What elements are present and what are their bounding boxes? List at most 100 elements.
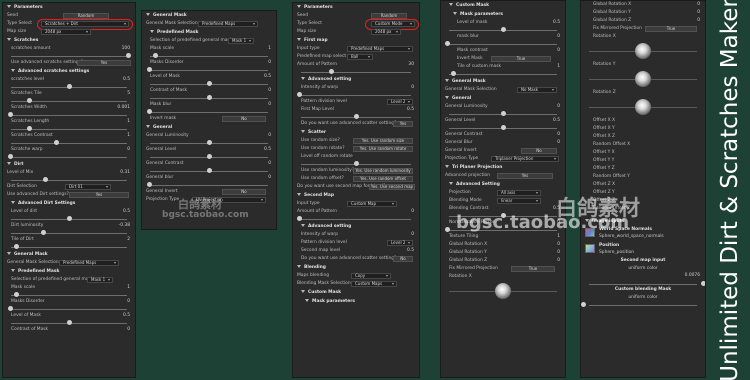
map-size-dropdown-3[interactable]: 2048 px xyxy=(371,29,401,35)
global-rotation-y-value-5: 0 xyxy=(697,10,700,15)
second-map-toggle[interactable]: Yes. Use second map xyxy=(369,184,415,190)
general-blur-value-4: 0 xyxy=(557,140,560,145)
mask-contrast-label-4: Mask contrast xyxy=(457,48,488,53)
general-level-label: General Level xyxy=(146,147,177,152)
input-type-dropdown[interactable]: Predefined Maps xyxy=(347,46,413,52)
rotation-z-dial-5[interactable] xyxy=(581,97,705,117)
scratches-width-label: Scratches Width xyxy=(11,105,47,110)
tri-planer-header: Tri Planer Projection xyxy=(441,163,565,172)
invert-mask-toggle-4[interactable]: True xyxy=(491,56,551,62)
projection-type-dropdown-4[interactable]: Triplaner Projection xyxy=(491,156,559,162)
maps-blending-dropdown[interactable]: Copy xyxy=(351,273,391,279)
watermark-url-2: bgsc.taobao.com xyxy=(456,212,630,233)
predefined-mask-header-2: Predefined Mask xyxy=(142,28,276,37)
map-size-dropdown[interactable]: 2048 px xyxy=(41,29,91,35)
random-rotate-toggle[interactable]: Yes. Use random rotate xyxy=(353,146,413,152)
rotation-x-dial[interactable] xyxy=(441,281,565,301)
general-level-label-4: General Level xyxy=(445,118,476,123)
general-luminosity-label: General Luminosity xyxy=(146,133,189,138)
random-rotate-level-label: Level off random rotate xyxy=(301,154,353,159)
adv-scratch-toggle[interactable]: Yes xyxy=(77,60,131,66)
vertical-title-text: Unlimited Dirt & Scratches Maker xyxy=(717,0,743,380)
global-rotation-y-value: 0 xyxy=(557,250,560,255)
pattern-division-dropdown[interactable]: Level 2 xyxy=(387,99,413,105)
pattern-division-dropdown-2[interactable]: Level 2 xyxy=(387,240,413,246)
first-map-level-value: 0.5 xyxy=(407,107,414,112)
second-map-level-label: Second map level xyxy=(301,248,341,253)
parameters-panel-1: Parameters Seed Random Type Select Scratch… xyxy=(2,2,136,378)
blending-mask-selection-dropdown[interactable]: Custom Maps xyxy=(351,281,397,287)
general-contrast-value-4: 0 xyxy=(557,132,560,137)
level-of-mask-value-4: 0.5 xyxy=(553,20,560,25)
general-mask-selection-dropdown-4[interactable]: No Mask xyxy=(517,87,557,93)
general-invert-label: General Invert xyxy=(146,189,178,194)
fix-mirrored-toggle-5[interactable]: True xyxy=(645,26,697,32)
custom-blending-slider[interactable] xyxy=(581,302,705,308)
predefined-map-dropdown[interactable]: Ball xyxy=(347,54,373,60)
adv-scatter-toggle[interactable]: Yes xyxy=(393,121,413,127)
blending-mode-label: Blending Mode xyxy=(449,198,482,203)
tile-custom-mask-value: 1 xyxy=(557,64,560,69)
random-offset-toggle[interactable]: Yes. Use random offset xyxy=(353,176,413,182)
position-file: Sphere_position xyxy=(599,250,635,255)
input-type-label-2: Input type xyxy=(297,201,320,206)
adv-dirt-toggle[interactable]: Yes xyxy=(69,192,129,198)
intensity-of-warp-label: Intensity of warp xyxy=(301,85,339,90)
input-type-dropdown-2[interactable]: Custom Map xyxy=(347,201,397,207)
adv-scratches-header: Advanced scratches settings xyxy=(3,67,135,76)
adv-scatter-question: Do you want use advanced scatter setting… xyxy=(301,121,397,126)
general-mask-header-4: General Mask xyxy=(441,77,565,86)
masks-disorder-label: Masks Disorder xyxy=(11,299,45,304)
mask-scale-value-2: 1 xyxy=(268,46,271,51)
adv-scratch-question: Use advanced scratchs settings? xyxy=(11,60,84,65)
general-mask-selection-label-4: General Mask Selection xyxy=(445,87,497,92)
general-invert-toggle[interactable]: No xyxy=(222,189,266,195)
custom-blending-uniform-label: uniform color xyxy=(628,295,658,300)
global-rotation-x-value: 0 xyxy=(557,242,560,247)
rotation-x-label: Rotation X xyxy=(449,274,472,279)
dirt-selection-dropdown[interactable]: Dirt 01 xyxy=(65,184,111,190)
invert-mask-toggle[interactable]: No xyxy=(222,116,266,122)
general-mask-selection-dropdown-2[interactable]: Predefined Maps xyxy=(198,21,258,27)
predefined-mask-dropdown-2[interactable]: Mask 1 xyxy=(228,38,254,44)
projection-dropdown-4[interactable]: All axis xyxy=(497,190,541,196)
scratches-amount-label: scratches amount xyxy=(11,46,51,51)
random-size-label: Use random size? xyxy=(301,138,340,143)
invert-mask-label: Invert mask xyxy=(150,116,177,121)
tile-custom-mask-label: Tile of custom mask xyxy=(457,64,502,69)
random-luminosity-toggle[interactable]: Yes. Use random luminosity xyxy=(353,168,413,174)
fix-mirrored-toggle[interactable]: True xyxy=(511,266,555,272)
scratches-length-label: Scratches Length xyxy=(11,119,50,124)
general-contrast-label-4: General Contrast xyxy=(445,132,483,137)
masks-disorder-label-2: Masks Disorder xyxy=(150,60,184,65)
adv-scatter-toggle-2[interactable]: No xyxy=(393,256,413,262)
predefined-mask-dropdown[interactable]: Mask 1 xyxy=(87,277,113,283)
intensity-of-warp-value: 0 xyxy=(411,85,414,90)
general-mask-selection-label-2: General Mask Selection xyxy=(146,21,198,26)
advanced-projection-toggle[interactable]: Yes xyxy=(497,173,553,179)
position-input[interactable]: Position Sphere_position xyxy=(581,242,705,258)
watermark-url: bgsc.taobao.com xyxy=(162,210,249,220)
random-size-toggle[interactable]: Yes. Use random size xyxy=(353,138,413,144)
intensity-of-warp-label-2: Intensity of warp xyxy=(301,232,339,237)
scratches-width-value: 0.001 xyxy=(117,105,130,110)
general-luminosity-value: 0 xyxy=(268,133,271,138)
offset-x-y-label: Offset X Y xyxy=(593,126,615,131)
rotation-z-label-5: Rotation Z xyxy=(593,90,616,95)
blending-mode-dropdown[interactable]: linear xyxy=(497,198,541,204)
general-contrast-label: General Contrast xyxy=(146,161,184,166)
custom-mask-panel: Custom Mask Mask parameters Level of mas… xyxy=(440,0,566,378)
second-map-input-title: Second map input xyxy=(620,258,666,263)
projection-type-label-4: Projection Type xyxy=(445,156,479,161)
rotation-x-dial-5[interactable] xyxy=(581,41,705,61)
vertical-title: Unlimited Dirt & Scratches Maker xyxy=(712,0,748,380)
general-mask-selection-dropdown[interactable]: Predefined Maps xyxy=(59,260,119,266)
general-invert-toggle-4[interactable]: No xyxy=(521,148,557,154)
scratches-level-label: scratches level xyxy=(11,77,44,82)
global-rotation-z-label-5: Global Rotation Z xyxy=(593,18,632,23)
maps-blending-label: Maps blending xyxy=(297,273,330,278)
rotation-y-label-5: Rotation Y xyxy=(593,62,616,67)
advanced-projection-label: Advanced projection xyxy=(445,173,491,178)
rotation-y-dial-5[interactable] xyxy=(581,69,705,89)
offset-y-z-label: Offset Y Z xyxy=(593,166,615,171)
